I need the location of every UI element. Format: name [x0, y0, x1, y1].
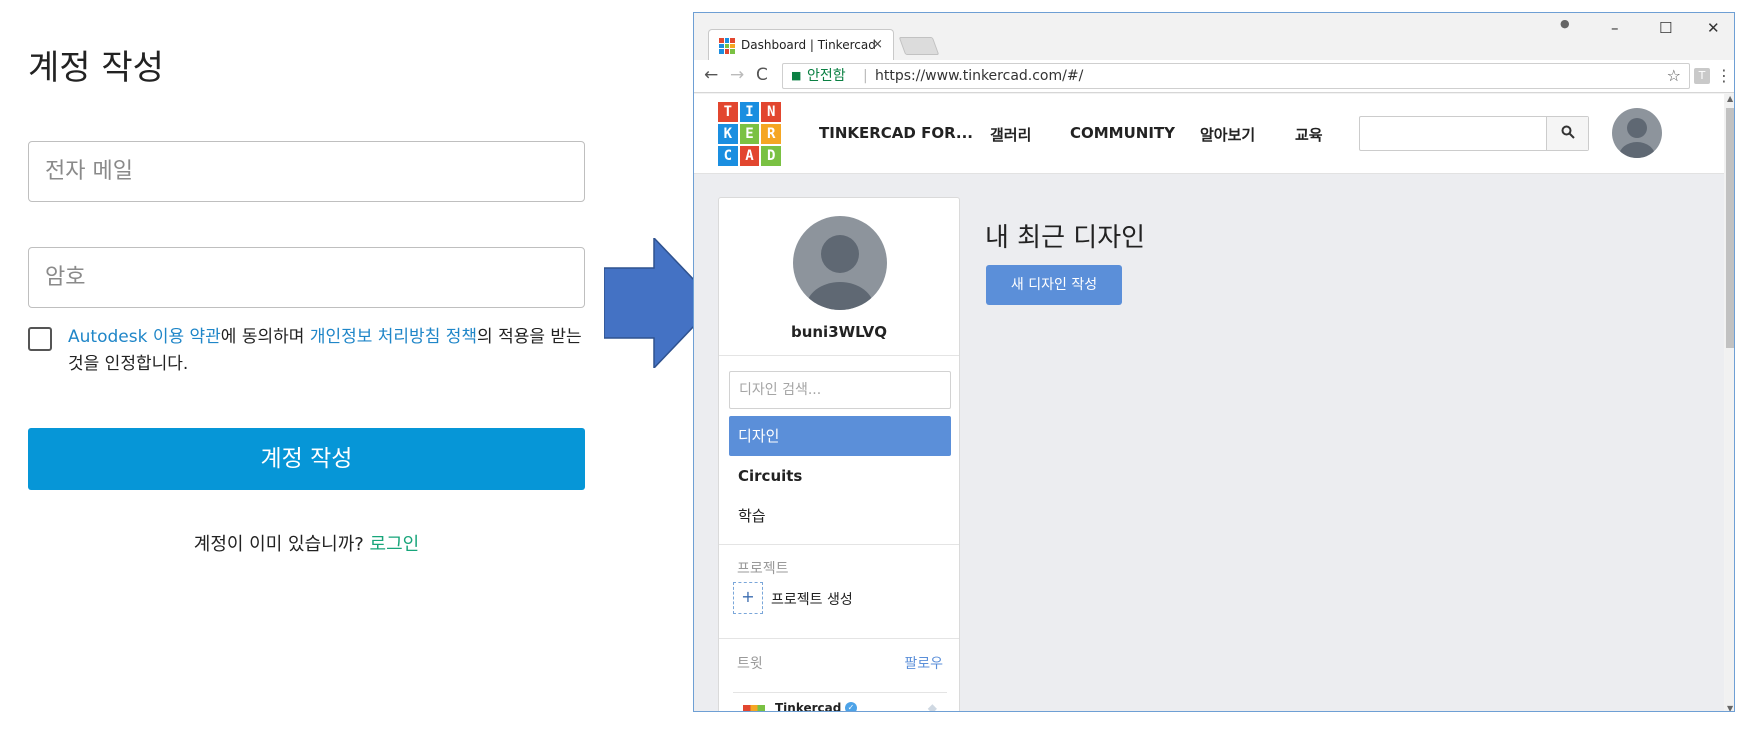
nav-gallery[interactable]: 갤러리 [990, 124, 1031, 145]
tweets-label: 트윗 [737, 656, 763, 672]
logo-letter: A [739, 146, 760, 166]
terms-of-use-link[interactable]: Autodesk 이용 약관 [68, 327, 221, 347]
logo-letter: E [739, 124, 760, 144]
scrollbar-thumb[interactable] [1726, 108, 1734, 348]
site-search-input[interactable] [1359, 116, 1589, 151]
logo-letter: C [718, 146, 738, 166]
logo-letter: T [718, 102, 738, 122]
privacy-policy-link[interactable]: 개인정보 처리방침 정책 [310, 327, 477, 347]
browser-tab[interactable]: Dashboard | Tinkercad × [708, 29, 894, 60]
password-field[interactable] [28, 247, 585, 308]
signup-title: 계정 작성 [28, 48, 164, 88]
tab-close-icon[interactable]: × [872, 30, 883, 60]
terms-text-part1: 에 동의하며 [220, 327, 310, 347]
extension-icon[interactable]: T [1694, 68, 1710, 84]
reload-icon[interactable]: C [756, 65, 768, 85]
address-bar[interactable]: ■ 안전함 | https://www.tinkercad.com/#/ ☆ [782, 63, 1690, 89]
dashboard-sidebar: buni3WLVQ 디자인 Circuits 학습 프로젝트 + 프로젝트 생성… [718, 197, 960, 712]
tinkercad-page: TIN KER CAD TINKERCAD FOR... 갤러리 COMMUNITY… [694, 94, 1724, 712]
back-arrow-icon[interactable]: ← [704, 65, 718, 85]
tinkercad-logo[interactable]: TIN KER CAD [718, 102, 781, 166]
twitter-bird-icon: ◆ [927, 701, 937, 712]
nav-community[interactable]: COMMUNITY [1070, 124, 1175, 142]
login-prompt: 계정이 이미 있습니까? [193, 534, 370, 555]
follow-link[interactable]: 팔로우 [904, 653, 943, 673]
tab-title: Dashboard | Tinkercad [741, 38, 876, 52]
nav-education[interactable]: 교육 [1295, 124, 1323, 145]
scroll-up-icon[interactable]: ▲ [1727, 94, 1733, 103]
url-text: https://www.tinkercad.com/#/ [875, 68, 1084, 84]
recent-designs-title: 내 최근 디자인 [985, 223, 1146, 253]
username[interactable]: buni3WLVQ [719, 323, 959, 341]
verified-icon: ✓ [845, 702, 857, 711]
design-search-input[interactable] [729, 371, 951, 409]
menu-dots-icon[interactable]: ⋮ [1716, 66, 1732, 85]
forward-arrow-icon[interactable]: → [730, 65, 744, 85]
sidebar-item-designs[interactable]: 디자인 [729, 416, 951, 456]
tinkercad-small-logo-icon [743, 705, 765, 711]
logo-letter: D [761, 146, 781, 166]
search-icon[interactable] [1546, 117, 1588, 150]
tinkercad-favicon-icon [719, 38, 735, 54]
logo-letter: N [761, 102, 781, 122]
secure-label: 안전함 [807, 68, 846, 84]
projects-label: 프로젝트 [737, 561, 789, 577]
signup-form: 계정 작성 Autodesk 이용 약관에 동의하며 개인정보 처리방침 정책의… [0, 0, 600, 729]
address-separator: | [863, 68, 868, 84]
minimize-button[interactable]: – [1611, 19, 1619, 37]
create-project-label: 프로젝트 생성 [771, 592, 853, 608]
divider [719, 638, 959, 639]
maximize-button[interactable]: ☐ [1659, 19, 1672, 37]
scroll-down-icon[interactable]: ▼ [1727, 704, 1733, 711]
browser-titlebar: Dashboard | Tinkercad × ● – ☐ ✕ [694, 13, 1734, 60]
new-design-button[interactable]: 새 디자인 작성 [986, 265, 1122, 305]
close-window-button[interactable]: ✕ [1707, 19, 1720, 37]
sidebar-item-lessons[interactable]: 학습 [729, 496, 951, 536]
create-account-button[interactable]: 계정 작성 [28, 428, 585, 490]
logo-letter: R [761, 124, 781, 144]
page-scrollbar[interactable]: ▲ ▼ [1725, 94, 1734, 711]
email-field[interactable] [28, 141, 585, 202]
terms-text: Autodesk 이용 약관에 동의하며 개인정보 처리방침 정책의 적용을 받… [68, 324, 590, 378]
sidebar-item-circuits[interactable]: Circuits [729, 456, 951, 496]
star-icon[interactable]: ☆ [1667, 64, 1681, 88]
new-tab-button[interactable] [898, 37, 940, 55]
nav-learn[interactable]: 알아보기 [1200, 124, 1255, 145]
terms-checkbox[interactable] [28, 327, 52, 351]
profile-avatar[interactable] [793, 216, 887, 310]
divider [719, 355, 959, 356]
tweet-account-name: Tinkercad [775, 701, 842, 712]
nav-tinkercad-for[interactable]: TINKERCAD FOR... [819, 124, 973, 142]
incognito-icon: ● [1560, 17, 1570, 30]
lock-icon: ■ [791, 69, 802, 82]
plus-icon: + [733, 582, 763, 614]
login-link[interactable]: 로그인 [370, 534, 420, 555]
browser-toolbar: ← → C ■ 안전함 | https://www.tinkercad.com/… [694, 60, 1734, 93]
browser-window: Dashboard | Tinkercad × ● – ☐ ✕ ← → C ■ … [693, 12, 1735, 712]
site-header: TIN KER CAD TINKERCAD FOR... 갤러리 COMMUNITY… [694, 94, 1724, 174]
user-avatar[interactable] [1612, 108, 1662, 158]
logo-letter: K [718, 124, 738, 144]
tweet-item[interactable]: Tinkercad ✓ ◆ [733, 692, 947, 712]
login-prompt-line: 계정이 이미 있습니까? 로그인 [28, 530, 585, 556]
divider [719, 544, 959, 545]
logo-letter: I [739, 102, 760, 122]
